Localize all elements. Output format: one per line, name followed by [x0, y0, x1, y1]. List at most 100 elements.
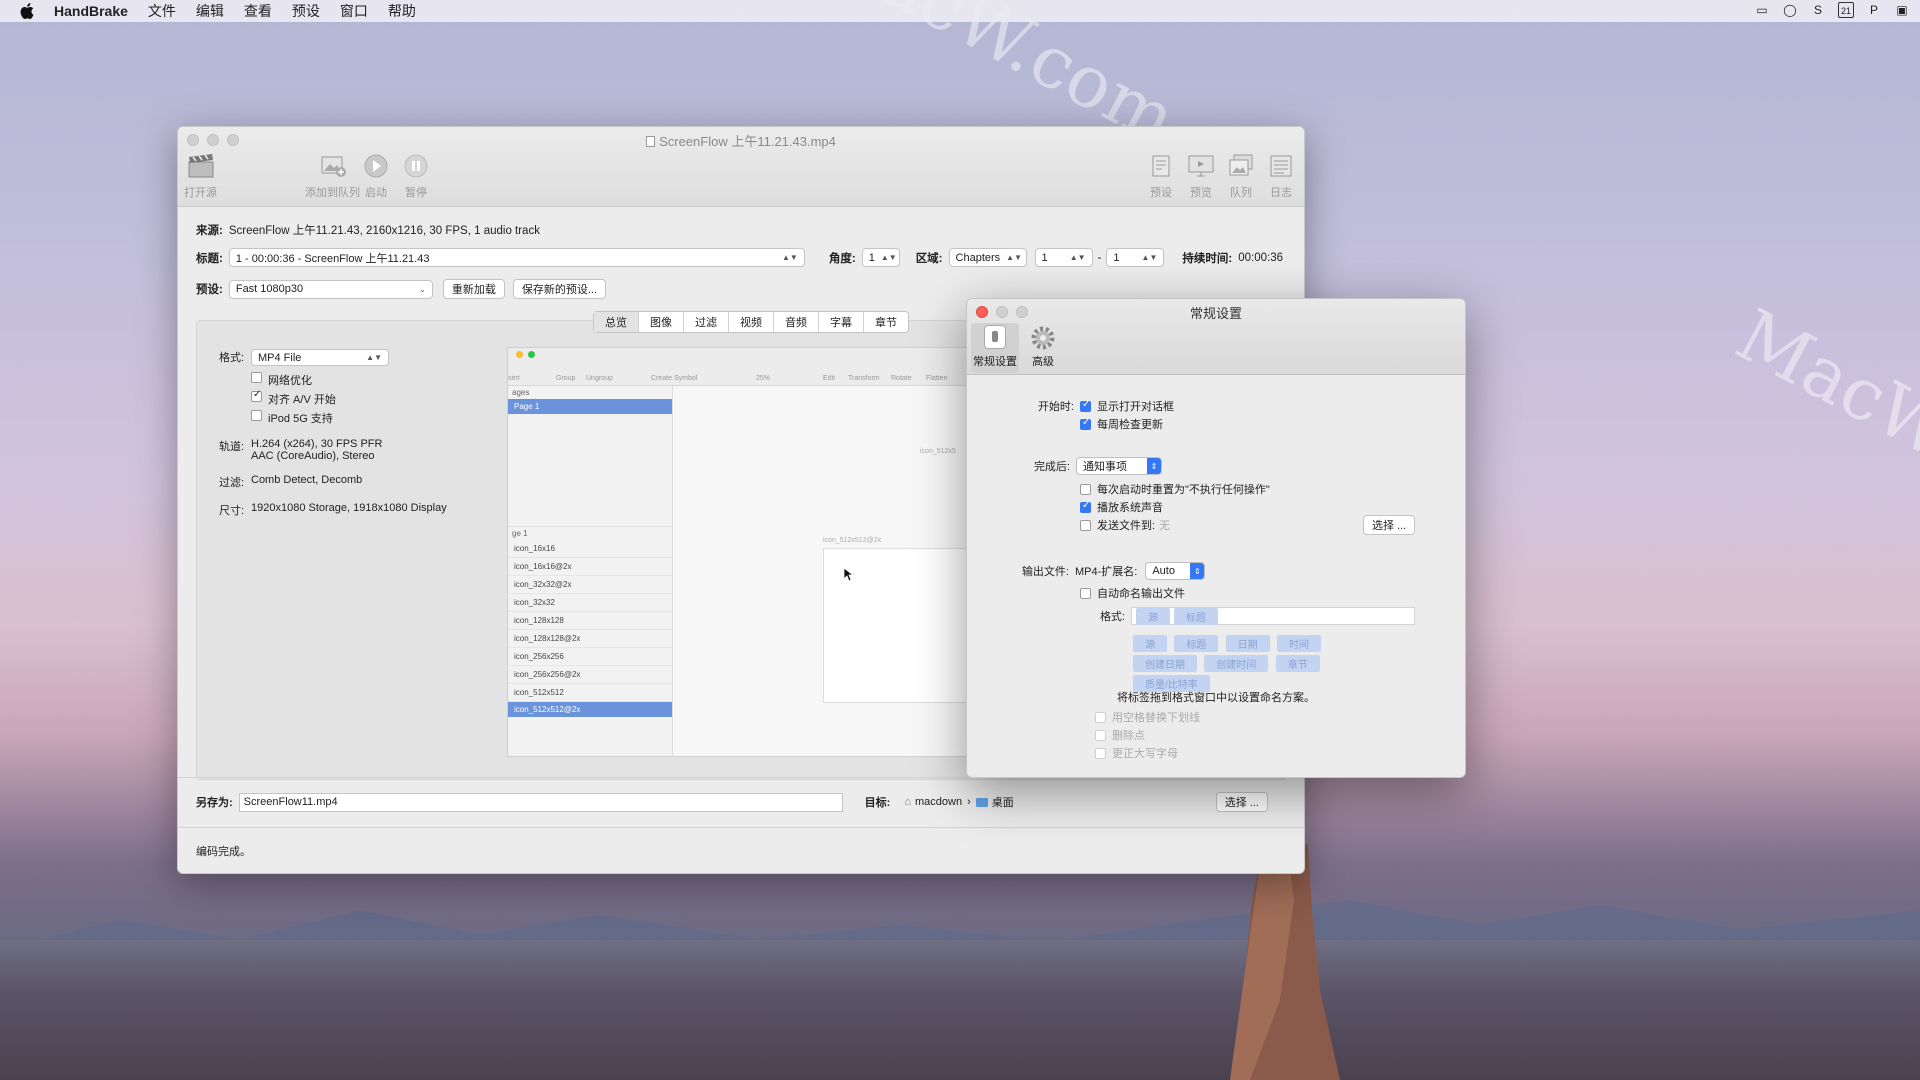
token-source[interactable]: 源: [1133, 635, 1167, 652]
reset-on-launch-checkbox[interactable]: [1080, 483, 1091, 495]
save-as-input[interactable]: ScreenFlow11.mp4: [238, 792, 843, 812]
tab-advanced[interactable]: 高级: [1019, 323, 1067, 369]
range-type-select[interactable]: Chapters ▲▼: [948, 248, 1027, 267]
menu-help[interactable]: 帮助: [388, 1, 416, 21]
open-source-button[interactable]: 打开源: [184, 152, 217, 200]
menu-edit[interactable]: 编辑: [196, 1, 224, 21]
token-title[interactable]: 标题: [1174, 635, 1219, 652]
preview-layer-item: icon_16x16@2x: [508, 558, 672, 576]
pause-button[interactable]: 暂停: [401, 152, 431, 200]
name-format-field[interactable]: 源 标题: [1131, 607, 1415, 625]
token-creation-date[interactable]: 创建日期: [1133, 655, 1197, 672]
tab-video[interactable]: 视频: [729, 312, 774, 332]
format-row: 格式: MP4 File ▲▼: [219, 349, 447, 366]
check-updates-checkbox[interactable]: [1080, 417, 1091, 430]
preset-select[interactable]: Fast 1080p30 ⌄: [228, 279, 433, 299]
tab-advanced-label: 高级: [1032, 356, 1054, 368]
preview-canvas-label: icon_512x5: [920, 448, 956, 455]
format-label: 格式:: [219, 352, 245, 364]
choose-destination-button[interactable]: 选择 ...: [1215, 792, 1268, 812]
reset-on-launch-row[interactable]: 每次启动时重置为"不执行任何操作": [1080, 481, 1270, 497]
updown-icon: ⇕: [1147, 458, 1161, 474]
screenshot-icon[interactable]: ▣: [1894, 2, 1910, 18]
check-updates-row[interactable]: 每周检查更新: [1080, 416, 1163, 432]
tab-subtitles[interactable]: 字幕: [819, 312, 864, 332]
general-switch-icon: [984, 325, 1006, 349]
tracks-row: 轨道: H.264 (x264), 30 FPS PFR AAC (CoreAu…: [219, 438, 447, 462]
show-open-dialog-checkbox[interactable]: [1080, 399, 1091, 412]
menu-view[interactable]: 查看: [244, 1, 272, 21]
angle-label: 角度:: [828, 252, 856, 265]
menu-window[interactable]: 窗口: [340, 1, 368, 21]
tab-filters[interactable]: 过滤: [684, 312, 729, 332]
p-app-icon[interactable]: P: [1866, 2, 1882, 18]
token-date[interactable]: 日期: [1225, 635, 1270, 652]
screen-record-icon[interactable]: ▭: [1754, 2, 1770, 18]
preview-label: Flatten: [926, 375, 948, 382]
apple-icon[interactable]: [20, 3, 34, 19]
preview-label: 25%: [756, 375, 771, 382]
add-to-queue-button[interactable]: 添加到队列: [305, 152, 360, 200]
format-token[interactable]: 源: [1136, 607, 1170, 625]
output-label: 输出文件:: [1021, 566, 1069, 578]
chat-icon[interactable]: ◯: [1782, 2, 1798, 18]
filters-value: Comb Detect, Decomb: [251, 474, 363, 486]
range-dash: -: [1097, 251, 1102, 264]
send-file-target: 无: [1159, 520, 1171, 532]
reload-button[interactable]: 重新加载: [442, 279, 505, 299]
updown-icon: ▲▼: [1006, 253, 1023, 262]
save-preset-button[interactable]: 保存新的预设...: [512, 279, 607, 299]
align-av-option[interactable]: 对齐 A/V 开始: [219, 389, 447, 407]
token-chapters[interactable]: 章节: [1275, 655, 1320, 672]
filters-row: 过滤: Comb Detect, Decomb: [219, 474, 447, 490]
updown-icon: ⇕: [1190, 563, 1205, 579]
choose-send-target-button[interactable]: 选择 ...: [1363, 515, 1416, 535]
send-file-checkbox[interactable]: [1080, 519, 1091, 531]
mp4-ext-select[interactable]: Auto ⇕: [1145, 562, 1206, 580]
queue-button[interactable]: 队列: [1226, 152, 1256, 200]
replace-spaces-checkbox[interactable]: [1095, 711, 1106, 723]
web-optimize-option[interactable]: 网络优化: [219, 372, 447, 388]
summary-details: 格式: MP4 File▲▼ 网络优化 对齐 A/V 开始 iPod 5G 支持…: [219, 349, 447, 521]
range-to-stepper[interactable]: 1 ▲▼: [1106, 248, 1165, 267]
web-optimize-checkbox[interactable]: [251, 372, 262, 383]
dest-user[interactable]: macdown: [915, 796, 962, 808]
dest-folder[interactable]: 桌面: [992, 794, 1014, 810]
fix-caps-checkbox[interactable]: [1095, 747, 1106, 759]
updown-icon: ▲▼: [1141, 253, 1158, 262]
tab-general[interactable]: 常规设置: [971, 323, 1019, 373]
format-select[interactable]: MP4 File ▲▼: [251, 349, 389, 366]
angle-select[interactable]: 1 ▲▼: [861, 248, 900, 267]
preview-pages-header: ages: [512, 388, 530, 397]
s-app-icon[interactable]: S: [1810, 2, 1826, 18]
log-button[interactable]: 日志: [1266, 152, 1296, 200]
auto-name-checkbox[interactable]: [1080, 587, 1091, 599]
menu-file[interactable]: 文件: [148, 1, 176, 21]
mouse-cursor-icon: [844, 568, 854, 582]
tab-dimensions[interactable]: 图像: [639, 312, 684, 332]
format-token[interactable]: 标题: [1174, 607, 1218, 625]
monitor-icon: [1186, 152, 1216, 180]
presets-button[interactable]: 预设: [1146, 152, 1176, 200]
preview-traffic-lights: [516, 351, 535, 358]
menu-presets[interactable]: 预设: [292, 1, 320, 21]
title-select[interactable]: 1 - 00:00:36 - ScreenFlow 上午11.21.43 ▲▼: [228, 248, 805, 267]
remove-dots-checkbox[interactable]: [1095, 729, 1106, 741]
calendar-icon[interactable]: 21: [1838, 2, 1854, 18]
range-from-stepper[interactable]: 1 ▲▼: [1034, 248, 1093, 267]
when-done-select[interactable]: 通知事项 ⇕: [1076, 457, 1162, 475]
play-sound-row[interactable]: 播放系统声音: [1080, 499, 1163, 515]
ipod-option[interactable]: iPod 5G 支持: [219, 410, 447, 426]
token-time[interactable]: 时间: [1277, 635, 1322, 652]
tab-summary[interactable]: 总览: [594, 312, 639, 332]
auto-name-row[interactable]: 自动命名输出文件: [1080, 585, 1185, 601]
token-creation-time[interactable]: 创建时间: [1204, 655, 1269, 672]
align-av-checkbox[interactable]: [251, 389, 262, 402]
tab-audio[interactable]: 音频: [774, 312, 819, 332]
app-menu[interactable]: HandBrake: [54, 3, 128, 19]
play-sound-checkbox[interactable]: [1080, 500, 1091, 513]
tab-chapters[interactable]: 章节: [864, 312, 908, 332]
preview-button[interactable]: 预览: [1186, 152, 1216, 200]
start-button[interactable]: 启动: [361, 152, 391, 200]
ipod-checkbox[interactable]: [251, 410, 262, 421]
